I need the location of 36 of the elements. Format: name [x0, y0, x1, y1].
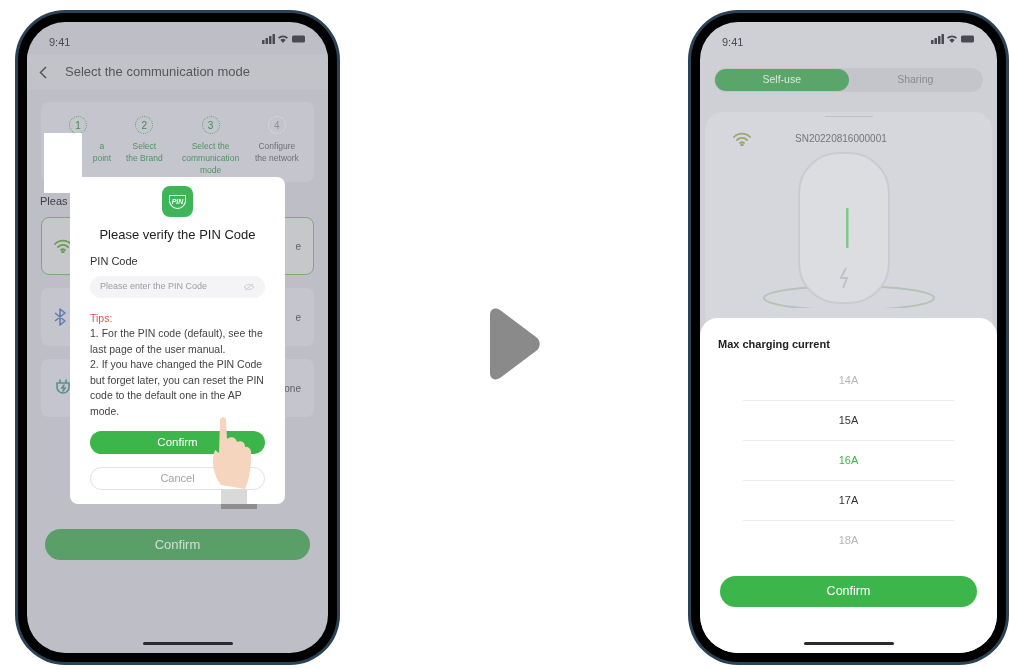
option-text: e — [295, 239, 301, 254]
wifi-icon — [54, 239, 72, 253]
tip-text: 2. If you have changed the PIN Code but forget later, you can reset the PIN code to the default one in the AP mode. — [90, 357, 265, 419]
step-label: Select the Brand — [125, 140, 163, 164]
current-option[interactable]: 17A — [743, 480, 954, 521]
wifi-icon — [733, 131, 751, 146]
confirm-button[interactable]: Confirm — [45, 529, 310, 560]
page-title: Select the communication mode — [65, 63, 250, 82]
sheet-confirm-button[interactable]: Confirm — [720, 575, 977, 607]
status-icons — [931, 34, 975, 44]
status-time: 9:41 — [49, 35, 71, 50]
prompt-text: Pleas — [40, 194, 68, 208]
sheet-title: Max charging current — [718, 337, 831, 352]
current-option[interactable]: 16A — [743, 440, 954, 481]
option-text: one — [284, 381, 301, 396]
serial-number: SN20220816000001 — [795, 132, 887, 146]
current-option[interactable]: 18A — [743, 520, 954, 561]
tips-title: Tips: — [90, 311, 113, 326]
current-option[interactable]: 14A — [743, 360, 954, 401]
plug-icon — [54, 379, 72, 397]
tip-text: 1. For the PIN code (default), see the last page of the user manual. — [90, 326, 264, 357]
pin-input-field[interactable]: Please enter the PIN Code — [90, 276, 265, 298]
step-label: a point — [92, 140, 112, 164]
status-icons — [262, 34, 306, 44]
segment-tab[interactable]: Sharing — [848, 69, 982, 91]
step-label: Select the communication mode — [182, 140, 240, 176]
step-label: Configure the network — [254, 140, 299, 164]
segment-tab[interactable]: Self-use — [715, 69, 849, 91]
option-text: e — [295, 310, 301, 325]
status-time: 9:41 — [722, 35, 744, 50]
bluetooth-icon — [54, 308, 66, 326]
pin-input[interactable]: Please enter the PIN Code — [100, 280, 240, 294]
current-option[interactable]: 15A — [743, 400, 954, 441]
field-label: PIN Code — [90, 253, 138, 269]
back-chevron-icon[interactable] — [39, 65, 47, 79]
dialog-title: Please verify the PIN Code — [99, 226, 256, 244]
